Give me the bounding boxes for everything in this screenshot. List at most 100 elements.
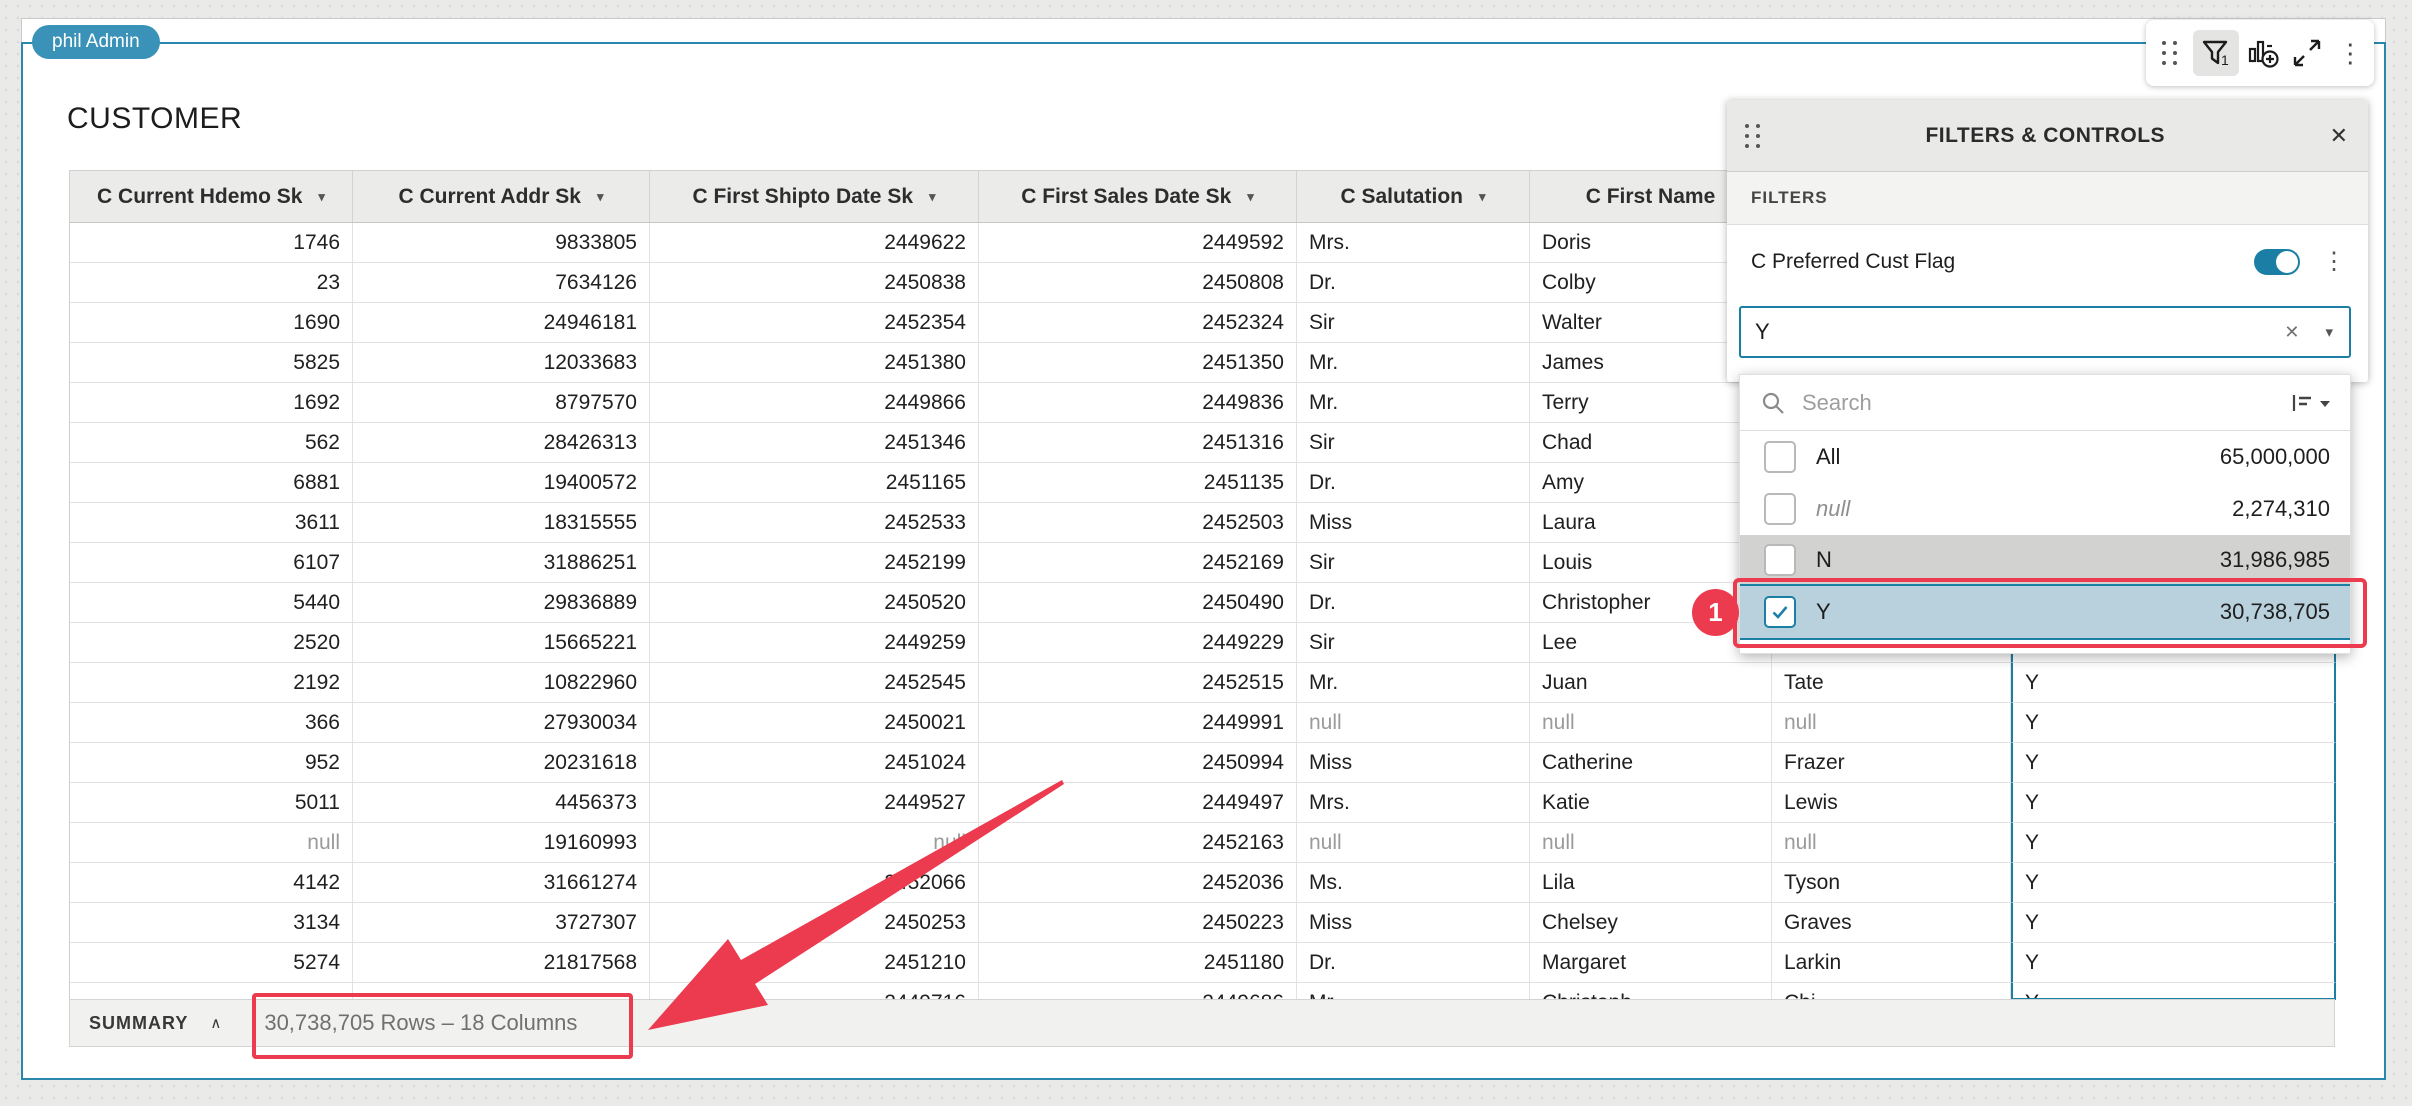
column-header[interactable]: C First Sales Date Sk▾ bbox=[979, 171, 1297, 222]
filter-options-list: All65,000,000null2,274,310N31,986,985Y30… bbox=[1740, 431, 2350, 640]
table-cell: Chelsey bbox=[1530, 903, 1772, 943]
maximize-icon[interactable] bbox=[2287, 30, 2327, 76]
table-cell: 2450253 bbox=[650, 903, 979, 943]
table-cell: 19400572 bbox=[353, 463, 650, 503]
table-cell: 3134 bbox=[70, 903, 353, 943]
table-cell: null bbox=[70, 823, 353, 863]
table-cell: Lila bbox=[1530, 863, 1772, 903]
table-cell: 2451210 bbox=[650, 943, 979, 983]
table-cell: Y bbox=[2011, 983, 2336, 999]
chevron-down-icon[interactable]: ▾ bbox=[597, 189, 604, 205]
option-label: null bbox=[1816, 496, 1850, 522]
table-cell: Sir bbox=[1297, 543, 1530, 583]
table-cell: 1692 bbox=[70, 383, 353, 423]
clear-icon[interactable]: ✕ bbox=[2284, 322, 2299, 343]
summary-bar: SUMMARY ∧ 30,738,705 Rows – 18 Columns bbox=[69, 999, 2335, 1047]
column-header[interactable]: C Salutation▾ bbox=[1297, 171, 1530, 222]
table-cell: 2451135 bbox=[979, 463, 1297, 503]
table-cell: 5825 bbox=[70, 343, 353, 383]
table-cell: 2452324 bbox=[979, 303, 1297, 343]
table-cell: Dr. bbox=[1297, 583, 1530, 623]
table-cell: 4456373 bbox=[353, 783, 650, 823]
drag-handle-icon[interactable] bbox=[2150, 30, 2190, 76]
filter-kebab-icon[interactable]: ⋮ bbox=[2322, 247, 2346, 276]
table-cell: Sir bbox=[1297, 423, 1530, 463]
search-input[interactable]: Search bbox=[1802, 390, 2290, 416]
table-row: 52742181756824512102451180Dr.MargaretLar… bbox=[70, 943, 2336, 983]
filter-option-y[interactable]: Y30,738,705 bbox=[1740, 584, 2350, 640]
table-cell: 2452545 bbox=[650, 663, 979, 703]
chevron-down-icon[interactable]: ▾ bbox=[318, 189, 325, 205]
filters-panel-header: FILTERS & CONTROLS ✕ bbox=[1727, 100, 2368, 172]
filters-section-label: FILTERS bbox=[1727, 172, 2368, 225]
column-header-label: C Current Addr Sk bbox=[399, 185, 581, 209]
close-icon[interactable]: ✕ bbox=[2330, 123, 2348, 149]
table-cell: null bbox=[1297, 703, 1530, 743]
table-cell: 2450223 bbox=[979, 903, 1297, 943]
checkbox-checked-icon[interactable] bbox=[1764, 596, 1796, 628]
table-cell: Sir bbox=[1297, 623, 1530, 663]
table-cell: Louis bbox=[1530, 543, 1772, 583]
column-header[interactable]: C First Shipto Date Sk▾ bbox=[650, 171, 979, 222]
filter-value-input[interactable]: Y ✕ ▾ bbox=[1739, 306, 2351, 358]
table-cell: Dr. bbox=[1297, 463, 1530, 503]
table-cell: Christoph bbox=[1530, 983, 1772, 999]
option-label: All bbox=[1816, 444, 1840, 470]
kebab-menu-icon[interactable]: ⋮ bbox=[2330, 30, 2370, 76]
sort-icon[interactable] bbox=[2290, 391, 2332, 415]
filter-option-n[interactable]: N31,986,985 bbox=[1740, 535, 2350, 584]
chevron-down-icon[interactable]: ▾ bbox=[1479, 189, 1486, 205]
table-cell: Katie bbox=[1530, 783, 1772, 823]
filter-option-all[interactable]: All65,000,000 bbox=[1740, 431, 2350, 483]
search-icon bbox=[1760, 390, 1786, 416]
table-cell: Frazer bbox=[1772, 743, 2011, 783]
filter-name-label: C Preferred Cust Flag bbox=[1751, 250, 2254, 274]
panel-drag-handle-icon[interactable] bbox=[1745, 124, 1761, 148]
checkbox-icon[interactable] bbox=[1764, 441, 1796, 473]
table-cell: Chad bbox=[1530, 423, 1772, 463]
table-cell: 5274 bbox=[70, 943, 353, 983]
table-cell: 2452163 bbox=[979, 823, 1297, 863]
table-cell: 2452354 bbox=[650, 303, 979, 343]
table-row: 41423166127424520662452036Ms.LilaTysonY bbox=[70, 863, 2336, 903]
table-cell: 3727307 bbox=[353, 903, 650, 943]
dropdown-search-row: Search bbox=[1740, 375, 2350, 431]
table-cell: 2450490 bbox=[979, 583, 1297, 623]
table-cell: null bbox=[1530, 703, 1772, 743]
table-cell: 23 bbox=[70, 263, 353, 303]
table-cell: Y bbox=[2011, 703, 2336, 743]
chevron-down-icon[interactable]: ▾ bbox=[2325, 323, 2333, 341]
table-cell: null bbox=[1297, 823, 1530, 863]
summary-row-count: 30,738,705 Rows – 18 Columns bbox=[264, 1010, 577, 1036]
table-cell: 1746 bbox=[70, 223, 353, 263]
table-row: 3134372730724502532450223MissChelseyGrav… bbox=[70, 903, 2336, 943]
table-cell: null bbox=[650, 823, 979, 863]
presence-badge: phil Admin bbox=[32, 25, 160, 59]
column-header[interactable]: C Current Addr Sk ▾ bbox=[353, 171, 650, 222]
table-cell: 10822960 bbox=[353, 663, 650, 703]
column-header[interactable]: C Current Hdemo Sk▾ bbox=[70, 171, 353, 222]
table-cell: Juan bbox=[1530, 663, 1772, 703]
table-cell: Margaret bbox=[1530, 943, 1772, 983]
checkbox-icon[interactable] bbox=[1764, 544, 1796, 576]
table-cell: 8797570 bbox=[353, 383, 650, 423]
summary-toggle[interactable]: SUMMARY ∧ bbox=[89, 1013, 222, 1034]
table-cell: 2452533 bbox=[650, 503, 979, 543]
table-cell: 366 bbox=[70, 703, 353, 743]
checkbox-icon[interactable] bbox=[1764, 493, 1796, 525]
table-cell: 2449622 bbox=[650, 223, 979, 263]
table-title: CUSTOMER bbox=[67, 102, 242, 136]
chevron-down-icon[interactable]: ▾ bbox=[929, 189, 936, 205]
filter-enabled-toggle[interactable] bbox=[2254, 249, 2300, 275]
table-cell: Y bbox=[2011, 943, 2336, 983]
add-chart-icon[interactable] bbox=[2243, 30, 2283, 76]
table-cell: 2449716 bbox=[650, 983, 979, 999]
table-cell: 28426313 bbox=[353, 423, 650, 463]
filter-option-null[interactable]: null2,274,310 bbox=[1740, 483, 2350, 535]
table-cell: 2450021 bbox=[650, 703, 979, 743]
filter-icon[interactable]: 1 bbox=[2193, 30, 2239, 76]
table-cell: Lee bbox=[1530, 623, 1772, 663]
table-cell: Y bbox=[2011, 823, 2336, 863]
table-cell: 31886251 bbox=[353, 543, 650, 583]
chevron-down-icon[interactable]: ▾ bbox=[1247, 189, 1254, 205]
